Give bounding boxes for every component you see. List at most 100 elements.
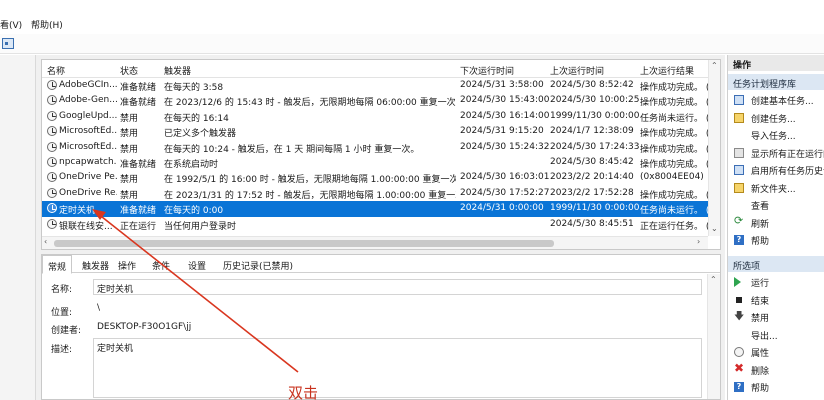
folder-icon bbox=[734, 182, 744, 193]
annotation-label: 双击 bbox=[288, 384, 319, 400]
task-status: 禁用 bbox=[120, 113, 139, 124]
task-trigger: 在每天的 0:00 bbox=[164, 206, 224, 217]
task-last-run: 1999/11/30 0:00:00 bbox=[550, 203, 640, 214]
column-header-next-run[interactable]: 下次运行时间 bbox=[460, 64, 514, 77]
delete-icon: ✖ bbox=[734, 360, 745, 375]
location-label: 位置: bbox=[51, 308, 73, 318]
table-row[interactable]: OneDrive Pe... 禁用 在 1992/5/1 的 16:00 时 -… bbox=[42, 170, 710, 185]
menu-help[interactable]: 帮助(H) bbox=[31, 18, 63, 31]
scroll-down-icon[interactable]: ⌄ bbox=[711, 224, 718, 233]
task-name: 定时关机 bbox=[59, 206, 96, 217]
task-trigger: 在每天的 16:14 bbox=[164, 113, 229, 124]
name-label: 名称: bbox=[51, 285, 73, 295]
column-header-last-result[interactable]: 上次运行结果 bbox=[640, 64, 694, 77]
column-header-trigger[interactable]: 触发器 bbox=[164, 64, 191, 77]
task-status: 准备就绪 bbox=[120, 160, 157, 170]
task-clock-icon bbox=[47, 126, 57, 137]
horizontal-scroll-thumb[interactable] bbox=[54, 240, 554, 247]
action-help[interactable]: ? 帮助 bbox=[728, 231, 824, 248]
table-row[interactable]: AdobeGCIn... 准备就绪 在每天的 3:58 2024/5/31 3:… bbox=[42, 78, 710, 93]
task-trigger: 已定义多个触发器 bbox=[164, 129, 237, 140]
action-run[interactable]: 运行 bbox=[728, 273, 824, 290]
task-clock-icon bbox=[47, 203, 57, 214]
task-status: 准备就绪 bbox=[120, 206, 157, 217]
tab-general[interactable]: 常规 bbox=[42, 255, 73, 274]
library-section-header[interactable]: 任务计划程序库 bbox=[728, 74, 824, 90]
create-task-icon bbox=[734, 112, 744, 123]
scroll-up-icon[interactable]: ⌃ bbox=[711, 61, 718, 70]
task-list-vertical-scrollbar[interactable]: ⌃ ⌄ bbox=[708, 60, 720, 236]
selected-section-header[interactable]: 所选项 bbox=[728, 256, 824, 272]
action-refresh[interactable]: ⟳ 刷新 bbox=[728, 214, 824, 231]
scroll-up-icon[interactable]: ⌃ bbox=[710, 275, 717, 284]
menu-view[interactable]: 看(V) bbox=[0, 18, 22, 31]
name-field[interactable]: 定时关机 bbox=[93, 279, 702, 295]
task-last-result: 任务尚未运行。 ( bbox=[640, 206, 708, 217]
action-view[interactable]: 查看 bbox=[728, 196, 824, 213]
properties-icon bbox=[734, 347, 744, 357]
action-create-task[interactable]: 创建任务... bbox=[728, 109, 824, 126]
table-row-selected[interactable]: 定时关机 准备就绪 在每天的 0:00 2024/5/31 0:00:00 19… bbox=[42, 201, 710, 217]
task-name: Adobe-Gen... bbox=[59, 95, 117, 106]
action-new-folder[interactable]: 新文件夹... bbox=[728, 179, 824, 196]
task-last-run: 2024/5/30 8:45:51 bbox=[550, 218, 634, 229]
action-delete[interactable]: ✖ 删除 bbox=[728, 361, 824, 378]
details-vertical-scrollbar[interactable]: ⌃ bbox=[707, 274, 720, 399]
table-row[interactable]: npcapwatch... 准备就绪 在系统启动时 2024/5/30 8:45… bbox=[42, 155, 710, 170]
action-enable-history[interactable]: 启用所有任务历史记录 bbox=[728, 161, 824, 178]
task-name: OneDrive Pe... bbox=[59, 172, 117, 183]
refresh-icon: ⟳ bbox=[734, 213, 744, 227]
action-properties[interactable]: 属性 bbox=[728, 343, 824, 360]
task-clock-icon bbox=[47, 110, 57, 121]
action-create-basic-task[interactable]: 创建基本任务... bbox=[728, 91, 824, 108]
table-row[interactable]: GoogleUpd... 禁用 在每天的 16:14 2024/5/30 16:… bbox=[42, 109, 710, 124]
table-row[interactable]: OneDrive Re... 禁用 在 2023/1/31 的 17:52 时 … bbox=[42, 186, 710, 201]
scroll-right-icon[interactable]: › bbox=[697, 237, 700, 246]
action-display-running-tasks[interactable]: 显示所有正在运行的任务 bbox=[728, 144, 824, 161]
task-last-run: 2024/5/30 17:24:33 bbox=[550, 141, 640, 152]
tab-history[interactable]: 历史记录(已禁用) bbox=[223, 259, 293, 272]
author-value: DESKTOP-F30O1GF\jj bbox=[93, 319, 702, 335]
running-tasks-icon bbox=[734, 147, 744, 158]
console-tree[interactable] bbox=[0, 55, 36, 400]
table-row[interactable]: MicrosoftEd... 禁用 已定义多个触发器 2024/5/31 9:1… bbox=[42, 124, 710, 139]
task-list-horizontal-scrollbar[interactable]: ‹ › bbox=[42, 236, 708, 249]
task-last-run: 2023/2/2 20:14:40 bbox=[550, 172, 634, 183]
task-list-header: 名称 状态 触发器 下次运行时间 上次运行时间 上次运行结果 bbox=[42, 60, 710, 78]
tab-conditions[interactable]: 条件 bbox=[152, 259, 170, 272]
task-last-run: 2024/5/30 8:52:42 bbox=[550, 80, 634, 90]
table-row[interactable]: Adobe-Gen... 准备就绪 在 2023/12/6 的 15:43 时 … bbox=[42, 93, 710, 108]
action-help-selected[interactable]: ? 帮助 bbox=[728, 378, 824, 395]
task-last-run: 2024/5/30 8:45:42 bbox=[550, 157, 634, 167]
column-header-last-run[interactable]: 上次运行时间 bbox=[550, 64, 604, 77]
help-icon: ? bbox=[734, 235, 744, 245]
tab-actions[interactable]: 操作 bbox=[118, 259, 136, 272]
scroll-left-icon[interactable]: ‹ bbox=[44, 237, 47, 246]
action-end[interactable]: 结束 bbox=[728, 291, 824, 308]
action-import-task[interactable]: 导入任务... bbox=[728, 126, 824, 143]
tab-settings[interactable]: 设置 bbox=[188, 259, 206, 272]
show-hide-console-tree-icon[interactable] bbox=[2, 38, 14, 49]
task-last-result: 操作成功完成。 ( bbox=[640, 144, 708, 155]
task-name: GoogleUpd... bbox=[59, 110, 117, 121]
action-disable[interactable]: 🡇 禁用 bbox=[728, 308, 824, 325]
menu-bar: 看(V) 帮助(H) bbox=[0, 0, 824, 34]
task-next-run: 2024/5/30 16:03:01 bbox=[460, 172, 550, 183]
task-clock-icon bbox=[47, 80, 57, 90]
task-last-result: 操作成功完成。 ( bbox=[640, 98, 708, 109]
tab-triggers[interactable]: 触发器 bbox=[82, 259, 109, 272]
description-field[interactable]: 定时关机 bbox=[93, 338, 702, 398]
column-header-status[interactable]: 状态 bbox=[120, 64, 138, 77]
actions-header: 操作 bbox=[728, 55, 824, 71]
column-header-name[interactable]: 名称 bbox=[47, 64, 65, 77]
table-row[interactable]: MicrosoftEd... 禁用 在每天的 10:24 - 触发后，在 1 天… bbox=[42, 140, 710, 155]
location-value: \ bbox=[93, 300, 702, 316]
task-trigger: 在 2023/12/6 的 15:43 时 - 触发后，无限期地每隔 06:00… bbox=[164, 98, 456, 109]
task-last-result: 操作成功完成。 ( bbox=[640, 83, 708, 93]
author-label: 创建者: bbox=[51, 326, 82, 336]
task-next-run: 2024/5/30 15:43:00 bbox=[460, 95, 550, 106]
action-export[interactable]: 导出... bbox=[728, 326, 824, 343]
table-row[interactable]: 银联在线安... 正在运行 当任何用户登录时 2024/5/30 8:45:51… bbox=[42, 217, 710, 232]
task-next-run: 2024/5/30 16:14:00 bbox=[460, 110, 550, 121]
task-trigger: 在 2023/1/31 的 17:52 时 - 触发后，无限期地每隔 1.00:… bbox=[164, 190, 456, 201]
